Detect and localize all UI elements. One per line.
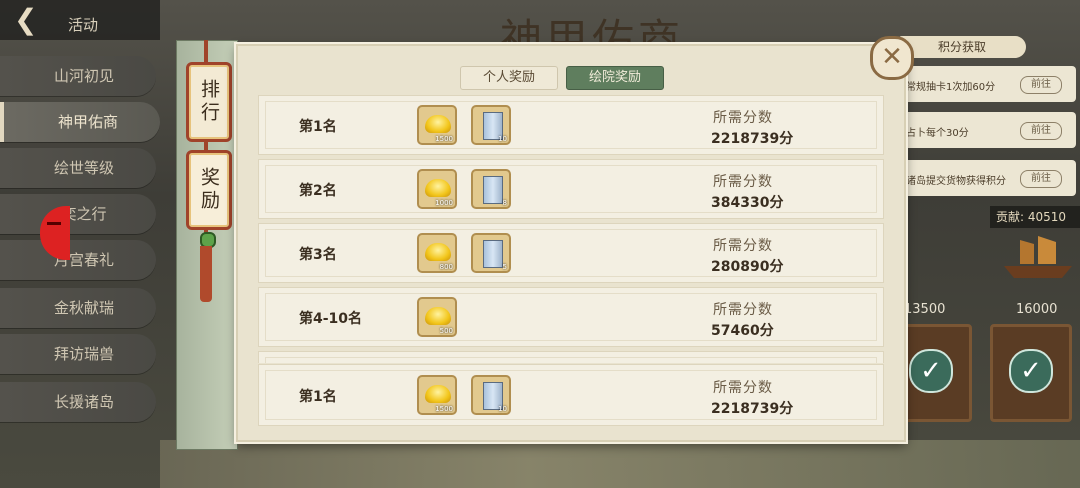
required-score-value: 280890分 [711,259,784,275]
points-task-row: 常规抽卡1次加60分 前往 [898,66,1076,102]
sidebar-item-8[interactable]: 长援诸岛 [0,382,156,422]
go-button[interactable]: 前往 [1020,76,1062,94]
required-score-value: 57460分 [711,323,774,339]
tab-academy-rewards[interactable]: 绘院奖励 [566,66,664,90]
gold-ingot-icon[interactable]: 1500 [417,105,457,145]
scroll-book-icon[interactable]: 10 [471,375,511,415]
contribution-value: 贡献: 40510 [990,206,1080,228]
tassel-ornament [200,246,212,302]
required-score-label: 所需分数 [713,174,773,190]
points-task-row: 诸岛提交货物获得积分 前往 [898,160,1076,196]
gold-ingot-icon[interactable]: 1500 [417,375,457,415]
sidebar-item-4[interactable]: 奕之行 [0,194,156,234]
reward-row: 第1名 1500 10 所需分数 2218739分 [258,95,884,155]
required-score-label: 所需分数 [713,302,773,318]
sidebar-item-5[interactable]: 月宫春礼 [0,240,156,280]
required-score-label: 所需分数 [713,238,773,254]
reward-row: 第2名 1000 8 所需分数 384330分 [258,159,884,219]
gold-ingot-icon[interactable]: 1000 [417,169,457,209]
tab-rewards[interactable]: 奖励 [186,150,232,230]
required-score-value: 2218739分 [711,131,794,147]
score-threshold-label: 16000 [1016,302,1058,317]
rank-label: 第4-10名 [299,311,363,327]
gold-ingot-icon[interactable]: 800 [417,233,457,273]
required-score-value: 384330分 [711,195,784,211]
sidebar-item-3[interactable]: 绘世等级 [0,148,156,188]
reward-row: 第4-10名 500 所需分数 57460分 [258,287,884,347]
points-task-row: 占卜每个30分 前往 [898,112,1076,148]
ship-icon [1004,236,1072,278]
reward-list[interactable]: 第1名 1500 10 所需分数 2218739分 第2名 1000 8 所需分… [258,95,884,363]
check-icon: ✓ [909,349,953,393]
sidebar-item-2[interactable]: 神甲佑商 [0,102,160,142]
top-bar: ❮ 活动 [0,0,160,40]
rank-label: 第2名 [299,183,337,199]
check-icon: ✓ [1009,349,1053,393]
required-score-label: 所需分数 [713,380,773,396]
scroll-book-icon[interactable]: 5 [471,233,511,273]
scroll-book-icon[interactable]: 8 [471,169,511,209]
sidebar-item-1[interactable]: 山河初见 [0,56,156,96]
rank-label: 第1名 [299,389,337,405]
go-button[interactable]: 前往 [1020,170,1062,188]
points-acquire-header: 积分获取 [898,36,1026,58]
required-score-value: 2218739分 [711,401,794,417]
rank-label: 第1名 [299,119,337,135]
map-strip [160,440,1080,488]
gold-ingot-icon[interactable]: 500 [417,297,457,337]
sidebar-item-7[interactable]: 拜访瑞兽 [0,334,156,374]
my-reward-row: 第1名 1500 10 所需分数 2218739分 [258,364,884,426]
close-icon[interactable]: ✕ [870,36,914,80]
tab-ranking[interactable]: 排行 [186,62,232,142]
claimed-box[interactable]: ✓ [990,324,1072,422]
reward-row: 第3名 800 5 所需分数 280890分 [258,223,884,283]
tab-personal-rewards[interactable]: 个人奖励 [460,66,558,90]
scroll-book-icon[interactable]: 10 [471,105,511,145]
rank-label: 第3名 [299,247,337,263]
page-title: 活动 [68,16,99,34]
required-score-label: 所需分数 [713,110,773,126]
go-button[interactable]: 前往 [1020,122,1062,140]
reward-row-partial [258,351,884,363]
back-button[interactable]: ❮ [14,6,48,34]
sidebar-item-6[interactable]: 金秋献瑞 [0,288,156,328]
score-threshold-label: 13500 [904,302,946,317]
